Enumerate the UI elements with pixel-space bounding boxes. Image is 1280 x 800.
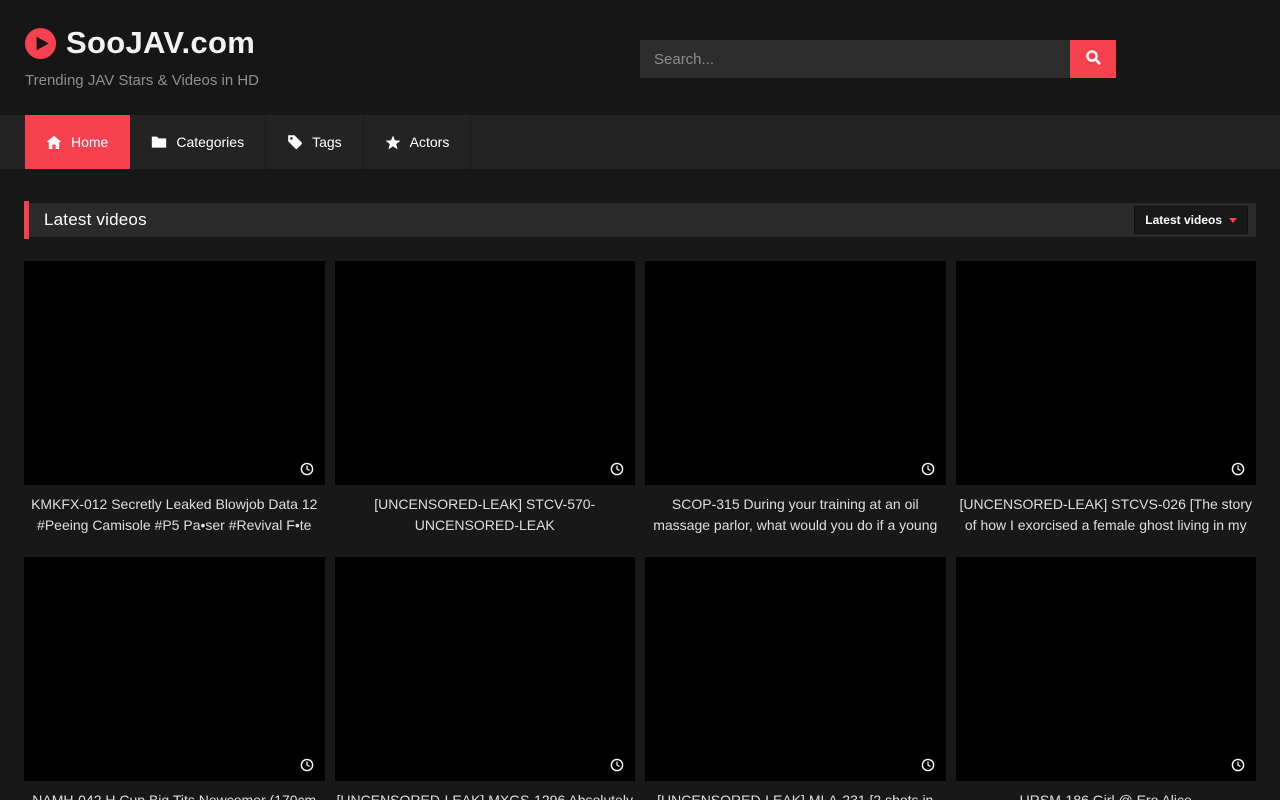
video-thumbnail[interactable] — [335, 557, 636, 781]
site-header: SooJAV.com Trending JAV Stars & Videos i… — [0, 0, 1280, 115]
video-title[interactable]: [UNCENSORED-LEAK] STCVS-026 [The story o… — [956, 494, 1257, 535]
folder-icon — [151, 135, 167, 149]
site-tagline: Trending JAV Stars & Videos in HD — [25, 72, 259, 89]
video-title[interactable]: SCOP-315 During your training at an oil … — [645, 494, 946, 535]
nav-item-categories[interactable]: Categories — [130, 115, 266, 169]
nav-item-label: Actors — [410, 134, 450, 150]
clock-icon — [300, 462, 314, 476]
star-icon — [385, 135, 401, 150]
video-card[interactable]: [UNCENSORED-LEAK] STCV-570-UNCENSORED-LE… — [335, 261, 636, 535]
home-icon — [46, 135, 62, 150]
search-button[interactable] — [1070, 40, 1116, 78]
video-card[interactable]: NAMH-042 H Cup Big Tits Newcomer (170cm … — [24, 557, 325, 800]
sort-dropdown-label: Latest videos — [1145, 213, 1222, 227]
video-title[interactable]: NAMH-042 H Cup Big Tits Newcomer (170cm … — [24, 790, 325, 800]
clock-icon — [1231, 758, 1245, 772]
nav-item-home[interactable]: Home — [25, 115, 130, 169]
sort-dropdown[interactable]: Latest videos — [1134, 206, 1248, 234]
video-grid: KMKFX-012 Secretly Leaked Blowjob Data 1… — [24, 261, 1256, 800]
main-nav: Home Categories Tags Actors — [0, 115, 1280, 169]
search-input[interactable] — [640, 40, 1070, 78]
nav-item-tags[interactable]: Tags — [266, 115, 364, 169]
search-form — [640, 40, 1116, 78]
nav-item-label: Categories — [176, 134, 244, 150]
video-thumbnail[interactable] — [24, 261, 325, 485]
clock-icon — [300, 758, 314, 772]
video-card[interactable]: [UNCENSORED-LEAK] MLA-231 [2 shots in — [645, 557, 946, 800]
clock-icon — [1231, 462, 1245, 476]
video-thumbnail[interactable] — [956, 557, 1257, 781]
clock-icon — [921, 462, 935, 476]
site-logo[interactable]: SooJAV.com — [24, 25, 255, 61]
video-title[interactable]: [UNCENSORED-LEAK] MLA-231 [2 shots in — [645, 790, 946, 800]
section-header: Latest videos Latest videos — [24, 203, 1256, 237]
clock-icon — [610, 758, 624, 772]
video-card[interactable]: [UNCENSORED-LEAK] STCVS-026 [The story o… — [956, 261, 1257, 535]
section-title: Latest videos — [44, 210, 147, 230]
page: { "site": { "name": "SooJAV.com", "tagli… — [0, 0, 1280, 800]
video-title[interactable]: URSM-186 Girl @ Ero Alice — [956, 790, 1257, 800]
caret-down-icon — [1229, 218, 1237, 223]
nav-item-label: Tags — [312, 134, 342, 150]
clock-icon — [610, 462, 624, 476]
video-title[interactable]: [UNCENSORED-LEAK] STCV-570-UNCENSORED-LE… — [335, 494, 636, 535]
site-title: SooJAV.com — [66, 25, 255, 61]
video-title[interactable]: KMKFX-012 Secretly Leaked Blowjob Data 1… — [24, 494, 325, 535]
video-card[interactable]: SCOP-315 During your training at an oil … — [645, 261, 946, 535]
main-content: Latest videos Latest videos KMKFX-012 Se… — [0, 203, 1280, 800]
video-card[interactable]: [UNCENSORED-LEAK] MXGS-1296 Absolutely — [335, 557, 636, 800]
video-title[interactable]: [UNCENSORED-LEAK] MXGS-1296 Absolutely — [335, 790, 636, 800]
section-accent-bar — [24, 201, 29, 239]
nav-item-actors[interactable]: Actors — [364, 115, 472, 169]
video-thumbnail[interactable] — [645, 261, 946, 485]
video-thumbnail[interactable] — [645, 557, 946, 781]
clock-icon — [921, 758, 935, 772]
video-thumbnail[interactable] — [24, 557, 325, 781]
video-card[interactable]: KMKFX-012 Secretly Leaked Blowjob Data 1… — [24, 261, 325, 535]
video-thumbnail[interactable] — [335, 261, 636, 485]
tag-icon — [287, 134, 303, 150]
nav-item-label: Home — [71, 134, 108, 150]
search-icon — [1085, 49, 1102, 69]
video-card[interactable]: URSM-186 Girl @ Ero Alice — [956, 557, 1257, 800]
video-thumbnail[interactable] — [956, 261, 1257, 485]
play-circle-icon — [24, 27, 57, 60]
